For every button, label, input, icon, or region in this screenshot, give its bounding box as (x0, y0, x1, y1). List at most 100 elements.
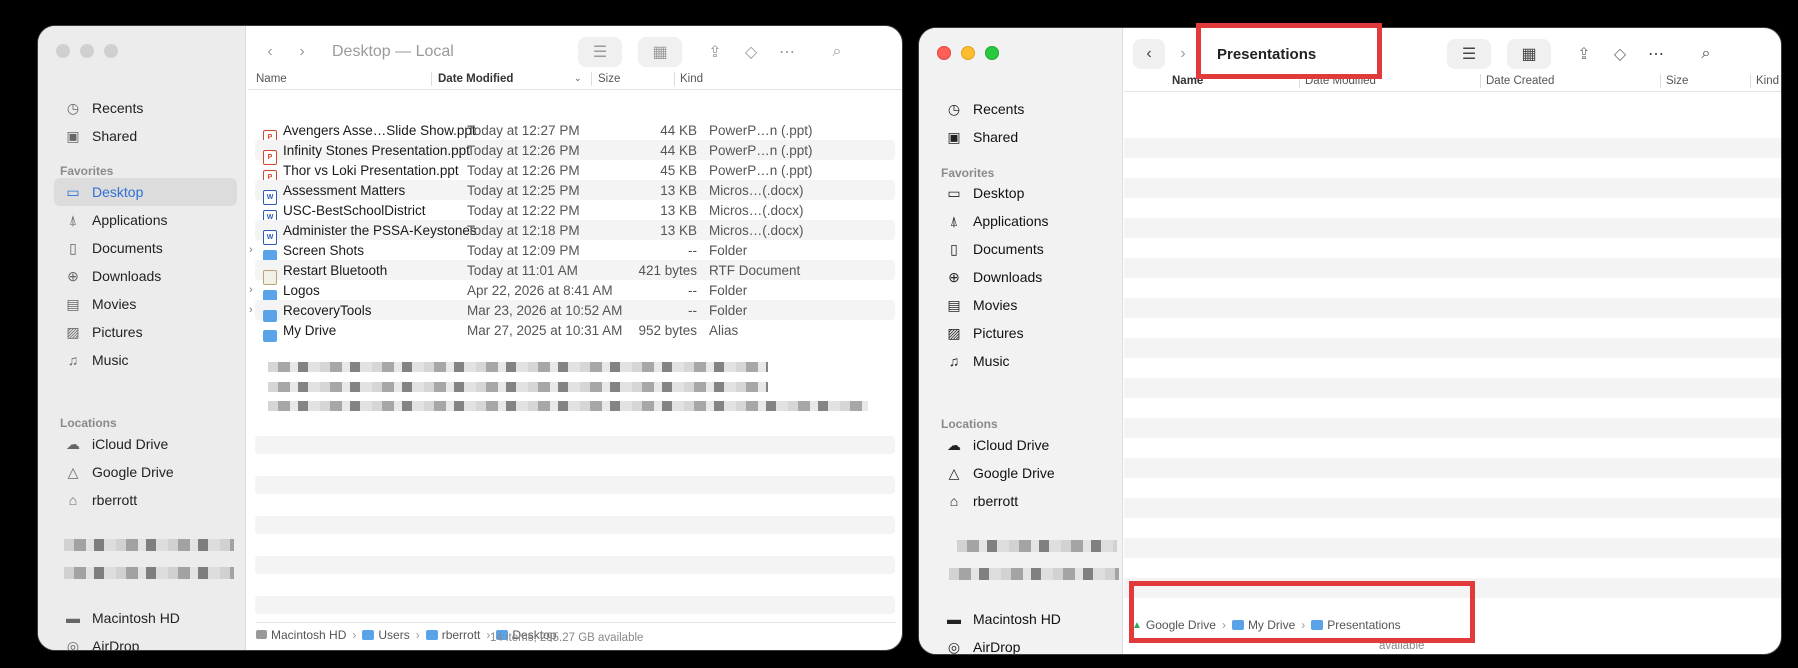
minimize-button[interactable] (961, 46, 975, 60)
empty-row (1124, 178, 1781, 198)
sidebar-item-documents[interactable]: ▯ Documents (54, 234, 237, 262)
sidebar-item-documents[interactable]: ▯ Documents (935, 235, 1114, 263)
empty-row (1124, 498, 1781, 518)
list-view-icon[interactable]: ☰ (1447, 39, 1491, 69)
file-size: 421 bytes (638, 262, 697, 278)
empty-row (255, 476, 895, 494)
sidebar-item-music[interactable]: ♫ Music (935, 347, 1114, 375)
photo-icon: ▨ (947, 324, 961, 341)
file-date: Today at 12:25 PM (467, 182, 580, 198)
file-row[interactable]: › Logos Apr 22, 2026 at 8:41 AM -- Folder (249, 280, 895, 302)
file-row[interactable]: W Administer the PSSA-Keystones Today at 1… (255, 220, 895, 245)
sidebar-item-applications[interactable]: ⍋ Applications (54, 206, 237, 234)
file-row[interactable]: P Avengers Asse…Slide Show.ppt Today at 12… (255, 120, 895, 145)
sidebar-item-shared[interactable]: ▣ Shared (935, 123, 1114, 151)
forward-chevron-icon[interactable]: › (1169, 39, 1197, 69)
back-chevron-icon[interactable]: ‹ (258, 37, 282, 67)
sidebar-item-shared[interactable]: ▣ Shared (54, 122, 237, 150)
disclosure-chevron-icon[interactable]: › (249, 304, 253, 316)
file-size: 44 KB (660, 142, 697, 158)
share-icon[interactable]: ⇪ (700, 37, 730, 67)
sidebar-item-movies[interactable]: ▤ Movies (54, 290, 237, 318)
disclosure-chevron-icon[interactable]: › (249, 244, 253, 256)
group-icon[interactable]: ▦ (1507, 39, 1551, 69)
column-kind[interactable]: Kind (680, 73, 703, 85)
file-date: Today at 12:26 PM (467, 142, 580, 158)
sidebar-item-desktop[interactable]: ▭ Desktop (935, 179, 1114, 207)
zoom-button[interactable] (104, 44, 118, 58)
empty-row (1124, 338, 1781, 358)
empty-row (1124, 298, 1781, 318)
forward-chevron-icon[interactable]: › (288, 37, 316, 67)
sidebar-item-pictures[interactable]: ▨ Pictures (54, 318, 237, 346)
disclosure-chevron-icon[interactable]: › (249, 284, 253, 296)
path-item[interactable]: rberrott (442, 628, 481, 642)
sidebar-item-downloads[interactable]: ⊕ Downloads (935, 263, 1114, 291)
file-row[interactable]: P Infinity Stones Presentation.ppt Today a… (255, 140, 895, 165)
file-row[interactable]: W Assessment Matters Today at 12:25 PM 13 K… (255, 180, 895, 205)
file-kind: PowerP…n (.ppt) (709, 122, 813, 138)
highlight-box-path (1129, 581, 1475, 643)
sidebar-item-airdrop[interactable]: ◎ AirDrop (935, 633, 1114, 655)
file-row[interactable]: Restart Bluetooth Today at 11:01 AM 421 by… (255, 260, 895, 285)
sidebar-item-recents[interactable]: ◷ Recents (935, 95, 1114, 123)
column-date-modified[interactable]: Date Modified (438, 73, 513, 85)
tag-icon[interactable]: ◇ (736, 37, 766, 67)
film-icon: ▤ (66, 295, 80, 312)
minimize-button[interactable] (80, 44, 94, 58)
share-icon[interactable]: ⇪ (1569, 39, 1599, 69)
sidebar-item-movies[interactable]: ▤ Movies (935, 291, 1114, 319)
hard-drive-icon: ▬ (66, 610, 80, 626)
locations-header: Locations (941, 417, 998, 431)
file-kind: Folder (709, 302, 748, 318)
column-name[interactable]: Name (256, 73, 287, 85)
sidebar-item-icloud[interactable]: ☁ iCloud Drive (54, 430, 237, 458)
sidebar-item-pictures[interactable]: ▨ Pictures (935, 319, 1114, 347)
sidebar-item-home[interactable]: ⌂ rberrott (54, 486, 237, 514)
file-row[interactable]: W USC-BestSchoolDistrict Today at 12:22 PM… (255, 200, 895, 225)
more-icon[interactable]: ⋯ (772, 37, 802, 67)
file-date: Today at 12:27 PM (467, 122, 580, 138)
column-size[interactable]: Size (1666, 75, 1688, 87)
path-item[interactable]: Users (378, 628, 409, 642)
group-icon[interactable]: ▦ (638, 37, 682, 67)
file-name: RecoveryTools (283, 302, 372, 318)
more-icon[interactable]: ⋯ (1641, 39, 1671, 69)
tag-icon[interactable]: ◇ (1605, 39, 1635, 69)
sidebar-item-macintosh-hd[interactable]: ▬ Macintosh HD (935, 605, 1114, 633)
sidebar-item-music[interactable]: ♫ Music (54, 346, 237, 374)
sidebar-item-desktop[interactable]: ▭ Desktop (54, 178, 237, 206)
sidebar-item-google-drive[interactable]: △ Google Drive (935, 459, 1114, 487)
sidebar-item-google-drive[interactable]: △ Google Drive (54, 458, 237, 486)
window-controls (56, 44, 118, 58)
sidebar-item-macintosh-hd[interactable]: ▬ Macintosh HD (54, 604, 237, 632)
file-kind: Alias (709, 322, 739, 338)
close-button[interactable] (937, 46, 951, 60)
search-icon[interactable]: ⌕ (822, 37, 852, 67)
file-row[interactable]: My Drive Mar 27, 2025 at 10:31 AM 952 byte… (255, 320, 895, 342)
path-item[interactable]: Macintosh HD (271, 628, 346, 642)
sidebar-item-applications[interactable]: ⍋ Applications (935, 207, 1114, 235)
close-button[interactable] (56, 44, 70, 58)
sidebar-item-home[interactable]: ⌂ rberrott (935, 487, 1114, 515)
zoom-button[interactable] (985, 46, 999, 60)
file-row[interactable]: › Screen Shots Today at 12:09 PM -- Folder (249, 240, 895, 262)
column-size[interactable]: Size (598, 73, 620, 85)
applications-icon: ⍋ (949, 212, 959, 229)
column-kind[interactable]: Kind (1756, 75, 1779, 87)
sidebar-item-recents[interactable]: ◷ Recents (54, 94, 237, 122)
search-icon[interactable]: ⌕ (1691, 39, 1721, 69)
window-title: Desktop — Local (332, 43, 454, 60)
sidebar-item-downloads[interactable]: ⊕ Downloads (54, 262, 237, 290)
file-date: Today at 12:18 PM (467, 222, 580, 238)
back-chevron-icon[interactable]: ‹ (1133, 39, 1165, 69)
file-row[interactable]: › RecoveryTools Mar 23, 2026 at 10:52 AM --… (249, 300, 895, 322)
sidebar-item-icloud[interactable]: ☁ iCloud Drive (935, 431, 1114, 459)
list-view-icon[interactable]: ☰ (578, 37, 622, 67)
column-date-created[interactable]: Date Created (1486, 75, 1554, 87)
clock-icon: ◷ (66, 99, 80, 116)
sidebar-item-airdrop[interactable]: ◎ AirDrop (54, 632, 237, 651)
clock-icon: ◷ (947, 100, 961, 117)
file-row[interactable]: P Thor vs Loki Presentation.ppt Today at 1… (255, 160, 895, 185)
sidebar: ◷ Recents ▣ Shared Favorites ▭ Desktop ⍋ App… (919, 28, 1123, 654)
